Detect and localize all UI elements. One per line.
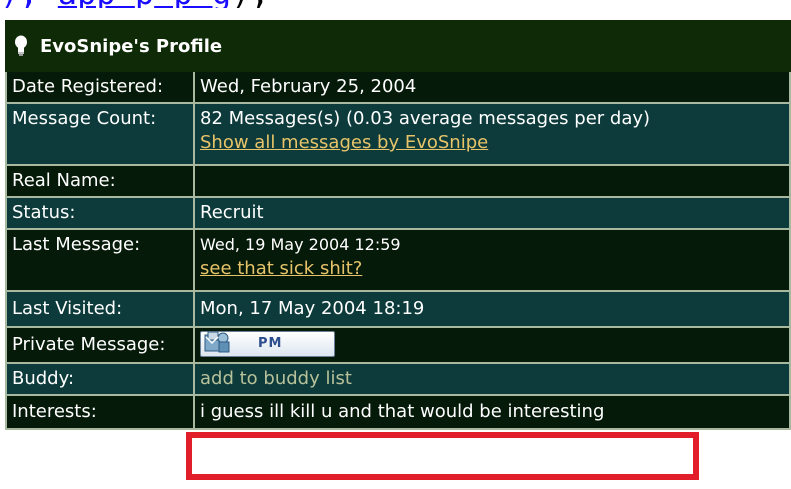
row-last-message: Last Message: Wed, 19 May 2004 12:59 see… bbox=[5, 228, 791, 292]
row-real-name: Real Name: bbox=[5, 164, 791, 198]
row-status: Status: Recruit bbox=[5, 196, 791, 230]
pm-envelope-icon bbox=[203, 329, 233, 355]
lightbulb-icon bbox=[14, 35, 28, 57]
row-buddy: Buddy: add to buddy list bbox=[5, 362, 791, 396]
profile-header-row: EvoSnipe's Profile bbox=[5, 20, 791, 72]
row-interests: Interests: i guess ill kill u and that w… bbox=[5, 394, 791, 430]
label-last-message: Last Message: bbox=[5, 228, 195, 292]
value-interests: i guess ill kill u and that would be int… bbox=[193, 394, 791, 430]
profile-header: EvoSnipe's Profile bbox=[5, 20, 791, 72]
value-buddy-cell: add to buddy list bbox=[193, 362, 791, 396]
profile-page: ), app p p g), EvoSnipe's Profile bbox=[0, 0, 791, 489]
row-private-message: Private Message: PM bbox=[5, 326, 791, 364]
red-highlight-box bbox=[186, 432, 699, 480]
value-last-visited: Mon, 17 May 2004 18:19 bbox=[193, 290, 791, 328]
label-message-count: Message Count: bbox=[5, 102, 195, 166]
value-message-count-cell: 82 Messages(s) (0.03 average messages pe… bbox=[193, 102, 791, 166]
value-last-message-cell: Wed, 19 May 2004 12:59 see that sick shi… bbox=[193, 228, 791, 292]
show-all-messages-link[interactable]: Show all messages by EvoSnipe bbox=[200, 132, 488, 153]
pm-button[interactable]: PM bbox=[200, 331, 335, 357]
url-fragment-tail: ), bbox=[231, 0, 270, 8]
profile-title: EvoSnipe's Profile bbox=[40, 35, 223, 57]
row-last-visited: Last Visited: Mon, 17 May 2004 18:19 bbox=[5, 290, 791, 328]
partial-url-text: ), app p p g), bbox=[0, 0, 791, 8]
label-interests: Interests: bbox=[5, 394, 195, 430]
value-status: Recruit bbox=[193, 196, 791, 230]
value-private-message-cell: PM bbox=[193, 326, 791, 364]
label-buddy: Buddy: bbox=[5, 362, 195, 396]
label-real-name: Real Name: bbox=[5, 164, 195, 198]
label-private-message: Private Message: bbox=[5, 326, 195, 364]
value-message-count: 82 Messages(s) (0.03 average messages pe… bbox=[200, 108, 651, 129]
add-buddy-link[interactable]: add to buddy list bbox=[200, 368, 352, 389]
url-fragment-mid: p bbox=[135, 0, 154, 8]
last-message-link[interactable]: see that sick shit? bbox=[200, 258, 362, 279]
row-date-registered: Date Registered: Wed, February 25, 2004 bbox=[5, 70, 791, 104]
pm-button-label: PM bbox=[258, 336, 283, 351]
value-last-message: Wed, 19 May 2004 12:59 bbox=[200, 235, 401, 254]
label-status: Status: bbox=[5, 196, 195, 230]
label-date-registered: Date Registered: bbox=[5, 70, 195, 104]
value-date-registered: Wed, February 25, 2004 bbox=[193, 70, 791, 104]
profile-table: EvoSnipe's Profile Date Registered: Wed,… bbox=[5, 20, 791, 430]
label-last-visited: Last Visited: bbox=[5, 290, 195, 328]
url-fragment-left: ), bbox=[0, 0, 58, 8]
row-message-count: Message Count: 82 Messages(s) (0.03 aver… bbox=[5, 102, 791, 166]
url-fragment-link[interactable]: app bbox=[58, 0, 135, 8]
value-real-name bbox=[193, 164, 791, 198]
url-fragment-link-2[interactable]: p g bbox=[154, 0, 231, 8]
